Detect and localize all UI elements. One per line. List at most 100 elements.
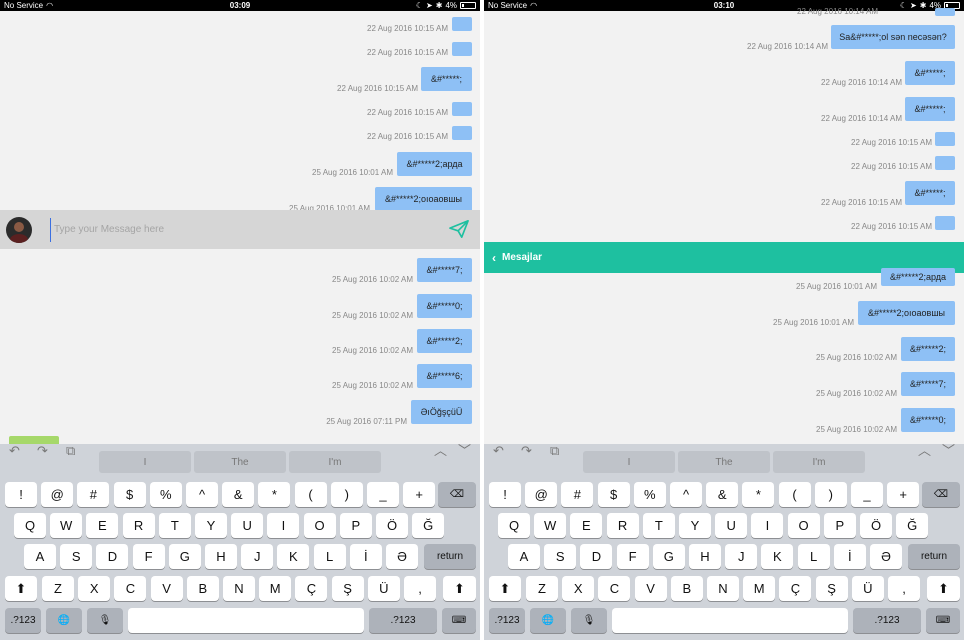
key[interactable]: P (339, 513, 372, 538)
key[interactable]: T (158, 513, 191, 538)
key[interactable]: M (743, 576, 776, 601)
send-icon[interactable] (448, 219, 470, 239)
key[interactable]: Q (498, 513, 530, 538)
key[interactable]: C (114, 576, 147, 601)
key[interactable]: W (50, 513, 83, 538)
key[interactable]: N (707, 576, 739, 601)
key[interactable]: A (508, 544, 540, 569)
key[interactable]: J (725, 544, 758, 569)
key[interactable]: K (761, 544, 794, 569)
key[interactable]: U (231, 513, 264, 538)
key[interactable]: _ (851, 482, 883, 507)
key[interactable]: L (797, 544, 830, 569)
key[interactable]: C (598, 576, 631, 601)
numbers-key[interactable]: .?123 (489, 608, 525, 633)
key[interactable]: B (186, 576, 219, 601)
numbers-key[interactable]: .?123 (369, 608, 437, 633)
key[interactable]: $ (113, 482, 146, 507)
key[interactable]: ! (489, 482, 521, 507)
key[interactable]: İ (349, 544, 382, 569)
chevron-down-icon[interactable]: ﹀ (942, 444, 955, 457)
redo-icon[interactable]: ↷ (37, 444, 48, 457)
key[interactable]: I (751, 513, 784, 538)
key[interactable]: F (132, 544, 165, 569)
shift-key[interactable]: ⬆ (443, 576, 476, 601)
key[interactable]: Z (526, 576, 558, 601)
microphone-icon[interactable]: 🎙 (87, 608, 123, 633)
key[interactable]: Ğ (412, 513, 445, 538)
message-bubble[interactable] (935, 216, 955, 230)
message-bubble[interactable] (452, 126, 472, 140)
numbers-key[interactable]: .?123 (5, 608, 41, 633)
space-bar[interactable] (612, 608, 848, 633)
key[interactable]: % (149, 482, 182, 507)
return-key[interactable]: return (424, 544, 476, 569)
key[interactable]: A (24, 544, 56, 569)
backspace-key[interactable]: ⌫ (438, 482, 476, 507)
message-bubble[interactable]: &#*****2;арда (397, 152, 472, 176)
key[interactable]: J (241, 544, 274, 569)
suggestion-item[interactable]: I'm (773, 451, 865, 473)
key[interactable]: Ə (870, 544, 902, 569)
key[interactable]: G (168, 544, 201, 569)
message-bubble[interactable] (452, 17, 472, 31)
message-bubble[interactable]: &#*****2; (417, 329, 472, 353)
key[interactable]: Ö (376, 513, 408, 538)
message-bubble[interactable]: ƏıÖğşçüÜ (411, 400, 472, 424)
suggestion-item[interactable]: I'm (289, 451, 381, 473)
key[interactable]: R (122, 513, 155, 538)
key[interactable]: V (634, 576, 667, 601)
key[interactable]: D (580, 544, 613, 569)
key[interactable]: , (888, 576, 920, 601)
key[interactable]: Ş (331, 576, 364, 601)
message-bubble[interactable] (452, 102, 472, 116)
message-bubble[interactable]: &#*****6; (417, 364, 472, 388)
key[interactable]: I (267, 513, 300, 538)
key[interactable]: Z (42, 576, 74, 601)
globe-icon[interactable]: 🌐 (46, 608, 82, 633)
key[interactable]: + (887, 482, 920, 507)
key[interactable]: + (403, 482, 436, 507)
message-bubble[interactable]: &#*****7; (417, 258, 472, 282)
key[interactable]: Ç (295, 576, 328, 601)
key[interactable]: U (715, 513, 748, 538)
message-bubble[interactable]: &#*****2;оıоаовшы (858, 301, 955, 325)
key[interactable]: G (652, 544, 685, 569)
paste-icon[interactable]: ⧉ (66, 444, 75, 457)
microphone-icon[interactable]: 🎙 (571, 608, 607, 633)
avatar[interactable] (6, 216, 32, 243)
key[interactable]: X (562, 576, 595, 601)
key[interactable]: Q (14, 513, 46, 538)
key[interactable]: # (77, 482, 110, 507)
key[interactable]: Ü (851, 576, 884, 601)
key[interactable]: ) (814, 482, 847, 507)
key[interactable]: Ö (860, 513, 892, 538)
numbers-key[interactable]: .?123 (853, 608, 921, 633)
key[interactable]: @ (525, 482, 558, 507)
key[interactable]: F (616, 544, 649, 569)
chevron-up-icon[interactable]: ︿ (918, 444, 931, 457)
undo-icon[interactable]: ↶ (9, 444, 20, 457)
suggestion-item[interactable]: The (194, 451, 286, 473)
key[interactable]: N (223, 576, 255, 601)
key[interactable]: H (205, 544, 237, 569)
paste-icon[interactable]: ⧉ (550, 444, 559, 457)
key[interactable]: Ğ (896, 513, 929, 538)
return-key[interactable]: return (908, 544, 960, 569)
message-bubble[interactable]: &#*****0; (901, 408, 955, 432)
key[interactable]: ( (294, 482, 327, 507)
key[interactable]: T (642, 513, 675, 538)
key[interactable]: Ş (815, 576, 848, 601)
key[interactable]: Ə (386, 544, 418, 569)
key[interactable]: Y (679, 513, 711, 538)
key[interactable]: S (60, 544, 93, 569)
message-bubble[interactable]: &#*****; (905, 61, 955, 85)
shift-key[interactable]: ⬆ (927, 576, 960, 601)
key[interactable]: S (544, 544, 577, 569)
key[interactable]: ! (5, 482, 37, 507)
shift-key[interactable]: ⬆ (5, 576, 37, 601)
key[interactable]: # (561, 482, 594, 507)
message-bubble[interactable] (452, 42, 472, 56)
keyboard-hide-icon[interactable]: ⌨ (442, 608, 476, 633)
suggestion-item[interactable]: I (583, 451, 675, 473)
